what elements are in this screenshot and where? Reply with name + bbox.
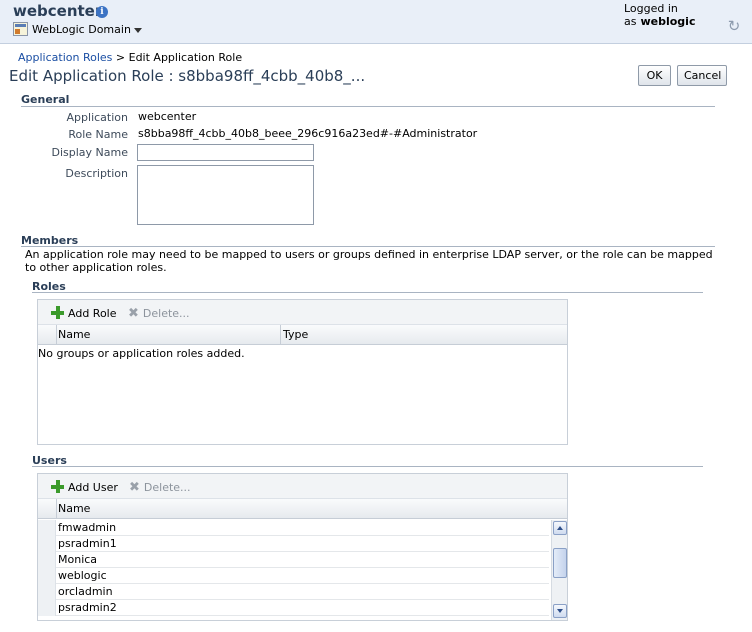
- scroll-down-icon[interactable]: [553, 604, 567, 618]
- add-user-label: Add User: [68, 481, 118, 494]
- users-rows: fmwadmin psradmin1 Monica weblogic orcla…: [38, 520, 550, 620]
- add-role-button[interactable]: Add Role: [51, 306, 117, 320]
- table-row[interactable]: orcladmin: [38, 584, 549, 600]
- user-name: Monica: [58, 553, 98, 566]
- role-name-value: s8bba98ff_4cbb_40b8_beee_296c916a23ed#-#…: [138, 127, 478, 140]
- description-label: Description: [65, 167, 128, 180]
- roles-table: Add Role ✖ Delete... Name Type No groups …: [37, 299, 568, 445]
- roles-divider: [32, 292, 703, 293]
- user-name: fmwadmin: [58, 521, 117, 534]
- cancel-button[interactable]: Cancel: [677, 65, 727, 86]
- delete-icon: ✖: [128, 306, 139, 321]
- breadcrumb-separator: >: [115, 51, 126, 64]
- table-row[interactable]: weblogic: [38, 568, 549, 584]
- row-selector[interactable]: [38, 584, 56, 600]
- users-table-header: Name: [38, 499, 567, 519]
- weblogic-domain-icon: [13, 22, 28, 36]
- roles-column-name[interactable]: Name: [58, 328, 90, 341]
- scroll-up-icon[interactable]: [553, 521, 567, 535]
- row-selector[interactable]: [38, 552, 56, 568]
- breadcrumb-application-roles-link[interactable]: Application Roles: [18, 51, 112, 64]
- users-table: Add User ✖ Delete... Name fmwadmin psradm…: [37, 473, 568, 621]
- roles-toolbar: Add Role ✖ Delete...: [38, 300, 567, 325]
- user-name: orcladmin: [58, 585, 113, 598]
- ok-button[interactable]: OK: [638, 65, 671, 86]
- breadcrumb-current: Edit Application Role: [128, 51, 243, 64]
- user-name: weblogic: [58, 569, 107, 582]
- info-icon[interactable]: i: [96, 6, 108, 18]
- add-user-button[interactable]: Add User: [51, 480, 118, 494]
- app-name: webcenter: [13, 2, 103, 20]
- users-scrollbar[interactable]: [551, 520, 567, 620]
- page-title: Edit Application Role : s8bba98ff_4cbb_4…: [9, 67, 366, 85]
- column-separator: [280, 325, 281, 345]
- user-name: psradmin2: [58, 601, 117, 614]
- delete-icon: ✖: [129, 480, 140, 495]
- breadcrumb: Application Roles > Edit Application Rol…: [18, 51, 242, 64]
- scroll-thumb[interactable]: [553, 548, 567, 578]
- delete-user-button[interactable]: ✖ Delete...: [129, 480, 191, 495]
- chevron-down-icon: [133, 27, 142, 33]
- delete-role-label: Delete...: [142, 307, 190, 320]
- application-label: Application: [66, 111, 128, 124]
- members-description: An application role may need to be mappe…: [25, 248, 713, 274]
- users-column-name[interactable]: Name: [58, 502, 90, 515]
- delete-role-button[interactable]: ✖ Delete...: [128, 306, 190, 321]
- description-input[interactable]: [137, 165, 314, 225]
- application-value: webcenter: [138, 110, 197, 123]
- column-separator: [56, 499, 57, 519]
- column-separator: [56, 325, 57, 345]
- refresh-icon[interactable]: ↻: [726, 18, 742, 34]
- table-row[interactable]: Monica: [38, 552, 549, 568]
- table-row[interactable]: psradmin1: [38, 536, 549, 552]
- general-divider: [21, 106, 715, 107]
- row-selector[interactable]: [38, 568, 56, 584]
- roles-empty-text: No groups or application roles added.: [38, 347, 245, 360]
- add-role-label: Add Role: [68, 307, 117, 320]
- general-heading: General: [21, 93, 70, 106]
- table-row[interactable]: fmwadmin: [38, 520, 549, 536]
- row-selector[interactable]: [38, 536, 56, 552]
- row-selector[interactable]: [38, 600, 56, 616]
- row-selector[interactable]: [38, 520, 56, 536]
- logged-in-user: weblogic: [640, 15, 696, 28]
- display-name-label: Display Name: [51, 146, 129, 159]
- roles-column-type[interactable]: Type: [283, 328, 308, 341]
- users-divider: [32, 466, 703, 467]
- members-divider: [21, 246, 715, 247]
- delete-user-label: Delete...: [143, 481, 191, 494]
- users-toolbar: Add User ✖ Delete...: [38, 474, 567, 499]
- table-row[interactable]: psradmin2: [38, 600, 549, 616]
- roles-table-header: Name Type: [38, 325, 567, 345]
- display-name-input[interactable]: [137, 144, 314, 161]
- user-name: psradmin1: [58, 537, 117, 550]
- add-icon: [51, 480, 64, 493]
- weblogic-domain-menu-label: WebLogic Domain: [32, 23, 131, 36]
- role-name-label: Role Name: [68, 128, 128, 141]
- weblogic-domain-menu[interactable]: WebLogic Domain: [32, 23, 142, 36]
- add-icon: [51, 306, 64, 319]
